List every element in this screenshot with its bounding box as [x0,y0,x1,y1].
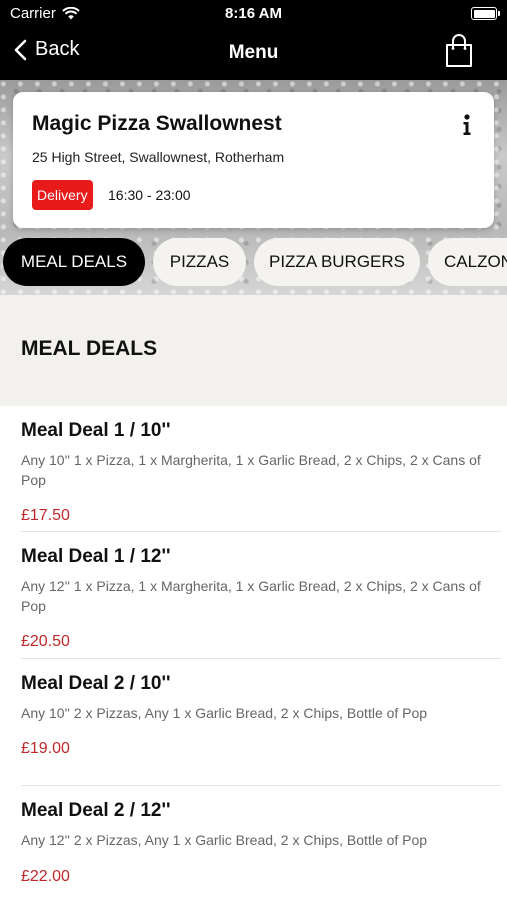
info-icon[interactable] [462,114,472,136]
restaurant-card: Magic Pizza Swallownest 25 High Street, … [13,92,494,228]
tab-calzone[interactable]: CALZONE [428,238,507,286]
item-price: £17.50 [21,507,70,524]
section-title: MEAL DEALS [21,337,158,360]
tab-pizza-burgers[interactable]: PIZZA BURGERS [254,238,420,286]
item-price: £22.00 [21,868,70,885]
menu-item[interactable]: Meal Deal 2 / 10'' Any 10'' 2 x Pizzas, … [0,659,507,786]
shopping-bag-icon [446,34,472,67]
category-tabs: MEAL DEALS PIZZAS PIZZA BURGERS CALZONE [0,238,507,286]
item-name: Meal Deal 1 / 12'' [21,546,171,567]
menu-item[interactable]: Meal Deal 1 / 10'' Any 10'' 1 x Pizza, 1… [0,406,507,532]
tab-meal-deals[interactable]: MEAL DEALS [3,238,145,286]
restaurant-address: 25 High Street, Swallownest, Rotherham [32,149,285,165]
battery-icon [471,7,500,20]
menu-item[interactable]: Meal Deal 2 / 12'' Any 12'' 2 x Pizzas, … [0,786,507,900]
item-description: Any 10'' 2 x Pizzas, Any 1 x Garlic Brea… [21,705,428,721]
tab-pizzas[interactable]: PIZZAS [153,238,246,286]
item-name: Meal Deal 2 / 10'' [21,673,171,694]
status-time: 8:16 AM [225,5,282,22]
item-price: £19.00 [21,740,70,757]
item-name: Meal Deal 2 / 12'' [21,800,171,821]
navigation-bar: Back Menu [0,28,507,80]
page-title: Menu [228,42,279,63]
item-description: Any 12'' 1 x Pizza, 1 x Margherita, 1 x … [21,578,481,614]
cart-button[interactable] [445,34,473,73]
opening-hours: 16:30 - 23:00 [108,187,191,203]
menu-item[interactable]: Meal Deal 1 / 12'' Any 12'' 1 x Pizza, 1… [0,532,507,659]
item-price: £20.50 [21,633,70,650]
section-header: MEAL DEALS [0,295,507,406]
restaurant-name: Magic Pizza Swallownest [32,112,282,135]
delivery-badge: Delivery [32,180,93,210]
item-description: Any 10'' 1 x Pizza, 1 x Margherita, 1 x … [21,452,481,488]
status-bar: Carrier 8:16 AM [0,0,507,28]
top-bar: Carrier 8:16 AM Back Menu [0,0,507,80]
item-name: Meal Deal 1 / 10'' [21,420,171,441]
item-description: Any 12'' 2 x Pizzas, Any 1 x Garlic Brea… [21,832,428,848]
